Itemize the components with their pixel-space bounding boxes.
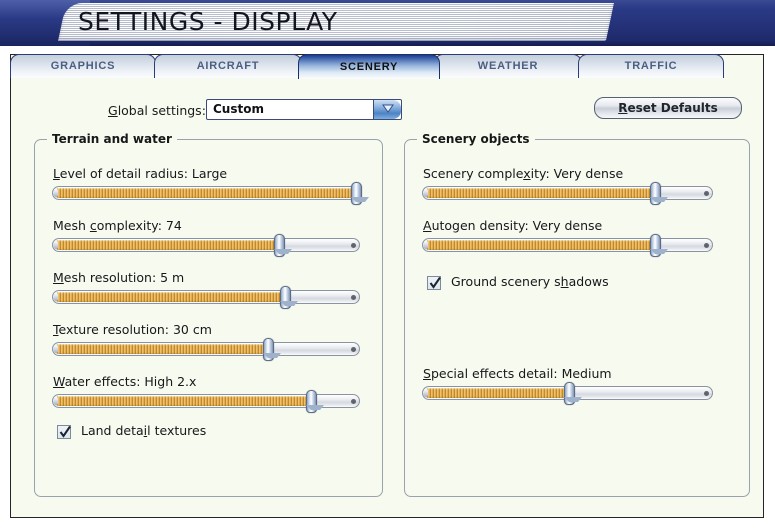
water-effects-label: Water effects: High 2.x [53,374,196,389]
land-detail-rest: l textures [147,423,207,438]
mesh-resolution-right-cap [351,295,356,300]
mesh-complexity-accel-char: c [89,218,97,233]
lod-slider-fill [54,188,354,198]
autogen-density-label: Autogen density: Very dense [423,218,602,233]
global-settings-accel-char: G [108,103,118,118]
terrain-group-title: Terrain and water [47,132,177,146]
ground-shadows-prefix: Ground scenery s [451,274,561,289]
texture-resolution-rest: exture resolution: 30 cm [58,322,212,337]
autogen-density-left-cap [424,241,428,249]
land-detail-textures-checkbox[interactable] [57,425,71,439]
texture-resolution-left-cap [54,345,58,353]
scenery-complexity-right-cap [704,191,709,196]
scenery-complexity-label: Scenery complexity: Very dense [423,166,623,181]
special-effects-left-cap [424,389,428,397]
mesh-complexity-right-cap [351,243,356,248]
mesh-resolution-slider[interactable] [52,286,360,309]
global-settings-label-rest: lobal settings: [117,103,206,118]
mesh-resolution-left-cap [54,293,58,301]
mesh-complexity-prefix: Mesh [53,218,90,233]
lod-slider-left-cap [54,189,58,197]
special-effects-right-cap [704,391,709,396]
scenery-complexity-prefix: Scenery comple [423,166,524,181]
reset-label-rest: eset Defaults [627,101,718,115]
land-detail-textures-label: Land detail textures [81,423,206,438]
water-effects-slider[interactable] [52,390,360,413]
water-effects-slider-thumb[interactable] [306,390,324,413]
ground-shadows-accel-char: h [560,274,569,289]
reset-defaults-button[interactable]: Reset Defaults [594,97,742,119]
water-effects-accel-char: W [53,374,65,389]
scenery-complexity-rest: ity: Very dense [530,166,624,181]
texture-resolution-slider-fill [54,344,265,354]
water-effects-right-cap [351,399,356,404]
level-of-detail-radius-label: Level of detail radius: Large [53,166,227,181]
mesh-complexity-slider[interactable] [52,234,360,257]
autogen-density-accel-char: A [423,218,432,233]
lod-slider-thumb[interactable] [351,182,369,205]
autogen-density-right-cap [704,243,709,248]
water-effects-slider-fill [54,396,308,406]
lod-accel-char: L [53,166,60,181]
chevron-down-icon[interactable] [373,100,401,119]
special-effects-accel-char: S [423,366,431,381]
mesh-resolution-slider-fill [54,292,282,302]
mesh-complexity-rest: omplexity: 74 [96,218,182,233]
scenery-complexity-left-cap [424,189,428,197]
special-effects-slider-thumb[interactable] [564,382,582,405]
water-effects-left-cap [54,397,58,405]
scenery-group-title: Scenery objects [417,132,535,146]
scenery-complexity-slider[interactable] [422,182,713,205]
level-of-detail-radius-slider[interactable] [52,182,369,205]
autogen-density-slider-thumb[interactable] [650,234,668,257]
global-settings-dropdown[interactable]: Custom [206,99,402,120]
mesh-resolution-accel-char: M [53,270,64,285]
texture-resolution-slider-thumb[interactable] [263,338,281,361]
autogen-density-slider-fill [424,240,652,250]
tab-weather[interactable]: WEATHER [434,54,582,78]
mesh-resolution-rest: esh resolution: 5 m [63,270,185,285]
scenery-complexity-slider-fill [424,188,652,198]
lod-label-rest: evel of detail radius: Large [59,166,228,181]
texture-resolution-label: Texture resolution: 30 cm [53,322,212,337]
tab-graphics[interactable]: GRAPHICS [10,54,156,78]
special-effects-rest: pecial effects detail: Medium [430,366,612,381]
terrain-and-water-group: Terrain and water Level of detail radius… [34,132,383,497]
water-effects-rest: ater effects: High 2.x [64,374,197,389]
texture-resolution-right-cap [351,347,356,352]
autogen-density-rest: utogen density: Very dense [431,218,603,233]
scenery-complexity-slider-thumb[interactable] [650,182,668,205]
texture-resolution-slider[interactable] [52,338,360,361]
ground-scenery-shadows-label: Ground scenery shadows [451,274,609,289]
tab-bar: GRAPHICS AIRCRAFT SCENERY WEATHER TRAFFI… [10,54,764,79]
ground-shadows-rest: adows [568,274,609,289]
global-settings-selected-value: Custom [213,102,264,116]
autogen-density-slider[interactable] [422,234,713,257]
tab-aircraft[interactable]: AIRCRAFT [154,54,302,78]
special-effects-detail-label: Special effects detail: Medium [423,366,612,381]
mesh-resolution-slider-thumb[interactable] [280,286,298,309]
mesh-resolution-label: Mesh resolution: 5 m [53,270,184,285]
mesh-complexity-label: Mesh complexity: 74 [53,218,182,233]
mesh-complexity-left-cap [54,241,58,249]
special-effects-slider-fill [424,388,566,398]
special-effects-detail-slider[interactable] [422,382,713,405]
scenery-complexity-accel-char: x [523,166,531,181]
tab-traffic[interactable]: TRAFFIC [578,54,724,78]
mesh-complexity-slider-fill [54,240,276,250]
land-detail-prefix: Land deta [81,423,144,438]
ground-scenery-shadows-checkbox[interactable] [427,276,441,290]
tab-scenery[interactable]: SCENERY [298,54,440,79]
scenery-objects-group: Scenery objects Scenery complexity: Very… [404,132,750,497]
page-title: SETTINGS - DISPLAY [78,7,338,36]
global-settings-label: Global settings: [108,103,206,118]
mesh-complexity-slider-thumb[interactable] [274,234,292,257]
